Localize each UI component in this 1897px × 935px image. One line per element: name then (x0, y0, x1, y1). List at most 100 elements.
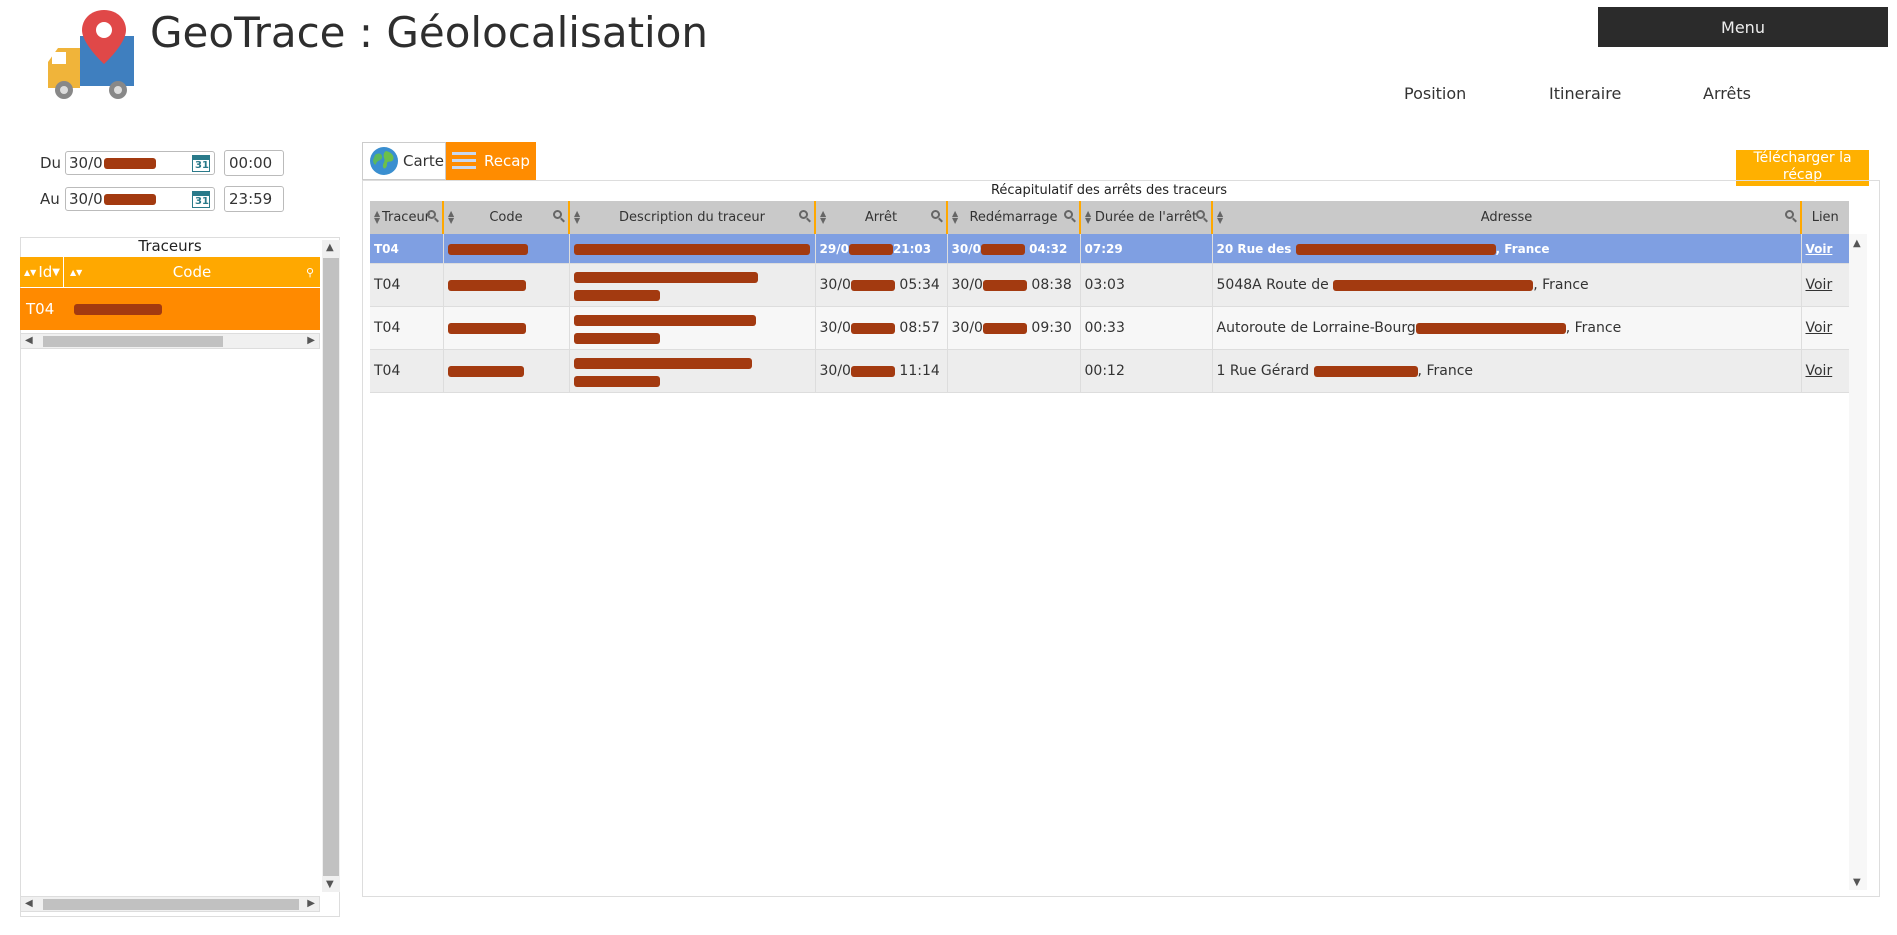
sort-icon: ▲▼ (70, 267, 83, 277)
search-icon[interactable] (1196, 210, 1205, 219)
scroll-up-icon[interactable]: ▲ (1853, 238, 1861, 249)
voir-link[interactable]: Voir (1806, 320, 1833, 336)
from-label: Du (40, 154, 62, 172)
cell-description (569, 306, 816, 350)
col-redemarrage[interactable]: ▲ ▼ Redémarrage (946, 201, 1081, 234)
tracers-col-id[interactable]: ▲▼ Id ▼ (20, 257, 64, 287)
sort-icon[interactable]: ▲ ▼ (1085, 210, 1091, 225)
cell-lien: Voir (1801, 349, 1850, 393)
redacted-block (103, 193, 156, 205)
sort-icon[interactable]: ▲ ▼ (820, 210, 826, 225)
table-row[interactable]: T04 30/0 11:14 00:12 1 Rue Gérard , Fran… (370, 349, 1850, 393)
cell-traceur: T04 (370, 306, 444, 350)
scroll-left-icon[interactable]: ◀ (25, 898, 33, 909)
recap-vscroll[interactable]: ▲ ▼ (1849, 234, 1867, 890)
from-date-input[interactable]: 30/0 31 (65, 151, 215, 175)
scroll-left-icon[interactable]: ◀ (25, 335, 33, 346)
search-icon[interactable]: ⚲ (306, 266, 314, 279)
search-icon[interactable] (931, 210, 940, 219)
from-time-input[interactable]: 00:00 (224, 150, 284, 176)
recap-caption: Récapitulatif des arrêts des traceurs (990, 183, 1228, 198)
col-description[interactable]: ▲ ▼ Description du traceur (568, 201, 816, 234)
tracers-col-code[interactable]: ▲▼ Code ⚲ (64, 257, 320, 287)
calendar-icon[interactable]: 31 (192, 191, 210, 208)
scroll-thumb[interactable] (43, 336, 223, 347)
tracer-row[interactable]: T04 (20, 288, 320, 330)
to-date-input[interactable]: 30/0 31 (65, 187, 215, 211)
cell-lien: Voir (1801, 234, 1850, 264)
filter-icon: ▼ (52, 266, 60, 278)
voir-link[interactable]: Voir (1806, 363, 1833, 379)
cell-arret: 30/0 11:14 (815, 349, 948, 393)
tracers-title: Traceurs (20, 237, 320, 258)
cell-adresse: 20 Rue des , France (1212, 234, 1802, 264)
search-icon[interactable] (553, 210, 562, 219)
nav-position[interactable]: Position (1404, 84, 1466, 103)
col-duree[interactable]: ▲ ▼ Durée de l'arrêt (1079, 201, 1213, 234)
cell-arret: 30/0 05:34 (815, 263, 948, 307)
recap-table: ▲ ▼ Traceur ▲ ▼ Code ▲ ▼ Description du traceu… (370, 201, 1850, 393)
cell-redemarrage: 30/0 09:30 (947, 306, 1081, 350)
search-icon[interactable] (1064, 210, 1073, 219)
panel-hscroll[interactable]: ◀ ▶ (20, 896, 320, 912)
redacted-block (74, 304, 162, 315)
cell-duree: 07:29 (1080, 234, 1213, 264)
redacted-block (103, 157, 156, 169)
sort-icon[interactable]: ▲ ▼ (1217, 210, 1223, 225)
search-icon[interactable] (427, 210, 436, 219)
cell-code (443, 234, 570, 264)
app-logo (44, 6, 142, 101)
col-code[interactable]: ▲ ▼ Code (442, 201, 570, 234)
col-arret[interactable]: ▲ ▼ Arrêt (814, 201, 948, 234)
cell-adresse: 5048A Route de , France (1212, 263, 1802, 307)
cell-description (569, 349, 816, 393)
col-traceur[interactable]: ▲ ▼ Traceur (370, 201, 444, 234)
cell-traceur: T04 (370, 349, 444, 393)
table-row[interactable]: T04 30/0 05:34 30/0 08:38 03:03 5048A Ro… (370, 263, 1850, 307)
sort-icon[interactable]: ▲ ▼ (952, 210, 958, 225)
to-label: Au (40, 190, 60, 208)
sort-icon[interactable]: ▲ ▼ (574, 210, 580, 225)
cell-code (443, 263, 570, 307)
globe-icon (370, 147, 398, 175)
scroll-right-icon[interactable]: ▶ (307, 335, 315, 346)
voir-link[interactable]: Voir (1806, 277, 1833, 293)
col-adresse[interactable]: ▲ ▼ Adresse (1211, 201, 1802, 234)
cell-adresse: Autoroute de Lorraine-Bourg, France (1212, 306, 1802, 350)
cell-lien: Voir (1801, 306, 1850, 350)
scroll-down-icon[interactable]: ▼ (326, 879, 334, 890)
nav-itineraire[interactable]: Itineraire (1549, 84, 1621, 103)
search-icon[interactable] (799, 210, 808, 219)
sort-icon: ▲▼ (24, 267, 37, 277)
scroll-up-icon[interactable]: ▲ (326, 242, 334, 253)
cell-description (569, 234, 816, 264)
scroll-down-icon[interactable]: ▼ (1853, 877, 1861, 888)
cell-adresse: 1 Rue Gérard , France (1212, 349, 1802, 393)
tracers-hscroll[interactable]: ◀ ▶ (20, 333, 320, 349)
nav-arrets[interactable]: Arrêts (1703, 84, 1751, 103)
cell-duree: 00:12 (1080, 349, 1213, 393)
tab-recap[interactable]: Recap (446, 142, 536, 180)
tracer-id: T04 (26, 300, 55, 318)
menu-button[interactable]: Menu (1598, 7, 1888, 47)
table-row[interactable]: T04 29/0 21:03 30/0 04:32 07:29 20 Rue de… (370, 234, 1850, 264)
scroll-right-icon[interactable]: ▶ (307, 898, 315, 909)
calendar-icon[interactable]: 31 (192, 155, 210, 172)
scroll-thumb[interactable] (323, 258, 339, 876)
tab-carte[interactable]: Carte (362, 142, 446, 180)
sort-icon[interactable]: ▲ ▼ (448, 210, 454, 225)
cell-traceur: T04 (370, 234, 444, 264)
cell-arret: 30/0 08:57 (815, 306, 948, 350)
table-row[interactable]: T04 30/0 08:57 30/0 09:30 00:33 Autorout… (370, 306, 1850, 350)
voir-link[interactable]: Voir (1806, 242, 1833, 256)
sort-icon[interactable]: ▲ ▼ (374, 210, 380, 225)
scroll-thumb[interactable] (43, 899, 299, 910)
truck-pin-icon (48, 10, 134, 99)
cell-duree: 00:33 (1080, 306, 1213, 350)
tracers-header: ▲▼ Id ▼ ▲▼ Code ⚲ (20, 257, 320, 287)
cell-code (443, 349, 570, 393)
tracers-vscroll[interactable]: ▲ ▼ (322, 240, 340, 892)
to-time-input[interactable]: 23:59 (224, 186, 284, 212)
search-icon[interactable] (1785, 210, 1794, 219)
cell-arret: 29/0 21:03 (815, 234, 948, 264)
